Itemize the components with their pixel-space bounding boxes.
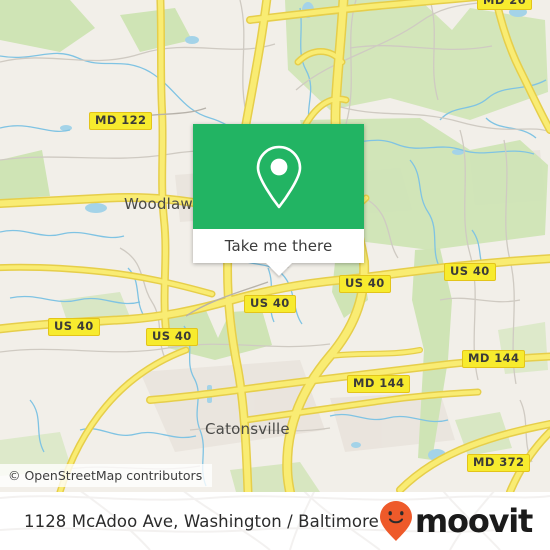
footer-address: 1128 McAdoo Ave, Washington / Baltimore bbox=[24, 511, 379, 531]
moovit-map-screen: Woodlawn Catonsville MD 122 US 40 US 40 … bbox=[0, 0, 550, 550]
place-label-woodlawn: Woodlawn bbox=[124, 195, 203, 213]
shield-top-cut: MD 26 bbox=[477, 0, 532, 10]
moovit-brand[interactable]: moovit bbox=[379, 500, 533, 542]
shield-us-40-midwest: US 40 bbox=[146, 328, 198, 346]
shield-md-144-east: MD 144 bbox=[462, 350, 526, 368]
callout-label-bar[interactable]: Take me there bbox=[193, 229, 364, 263]
shield-us-40-east: US 40 bbox=[444, 263, 496, 281]
callout-green-panel bbox=[193, 124, 364, 229]
shield-us-40-center: US 40 bbox=[244, 295, 296, 313]
take-me-there-callout[interactable]: Take me there bbox=[193, 124, 364, 276]
moovit-wordmark: moovit bbox=[414, 502, 533, 540]
footer-bar: 1128 McAdoo Ave, Washington / Baltimore … bbox=[0, 492, 550, 550]
shield-md-372: MD 372 bbox=[467, 454, 531, 472]
map-canvas[interactable]: Woodlawn Catonsville MD 122 US 40 US 40 … bbox=[0, 0, 550, 492]
place-label-catonsville: Catonsville bbox=[205, 420, 290, 438]
location-pin-icon bbox=[256, 145, 301, 208]
shield-us-40-upper: US 40 bbox=[339, 275, 391, 293]
shield-us-40-west: US 40 bbox=[48, 318, 100, 336]
osm-attribution[interactable]: © OpenStreetMap contributors bbox=[0, 464, 213, 487]
shield-md-122: MD 122 bbox=[89, 112, 153, 130]
moovit-pin-smile-icon bbox=[379, 501, 412, 541]
shield-md-144-center: MD 144 bbox=[347, 375, 411, 393]
callout-tail bbox=[265, 263, 292, 276]
callout-label: Take me there bbox=[224, 237, 333, 255]
